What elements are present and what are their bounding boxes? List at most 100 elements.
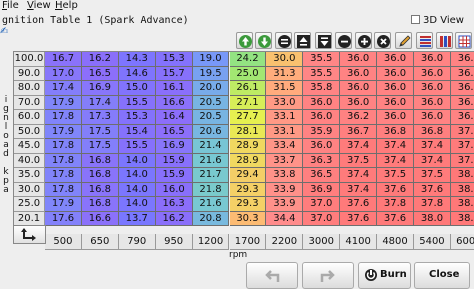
table-cell[interactable]: 37.8 (377, 197, 414, 212)
table-cell[interactable]: 38.0 (414, 211, 451, 226)
table-cell[interactable]: 20.8 (192, 211, 230, 226)
y-axis-label[interactable]: 40.0 (14, 153, 45, 168)
table-cell[interactable]: 16.2 (81, 52, 119, 67)
x-axis-label[interactable]: 1200 (192, 234, 230, 250)
x-axis-label[interactable]: 4100 (340, 234, 378, 250)
x-axis-label[interactable]: 5400 (414, 234, 451, 250)
y-axis-label[interactable]: 25.0 (14, 197, 45, 212)
table-cell[interactable]: 34.4 (266, 211, 304, 226)
table-cell[interactable]: 36.0 (377, 66, 414, 81)
x-axis-label[interactable]: 2200 (266, 234, 304, 250)
y-axis-label[interactable]: 45.0 (14, 139, 45, 154)
table-cell[interactable]: 36.5 (303, 168, 341, 183)
close-button[interactable]: Close (414, 262, 470, 289)
table-cell[interactable]: 15.4 (118, 124, 156, 139)
table-cell[interactable]: 16.8 (81, 197, 119, 212)
x-axis-label[interactable]: 650 (81, 234, 119, 250)
table-cell[interactable]: 16.4 (155, 110, 193, 125)
table-cell[interactable]: 36.2 (340, 110, 378, 125)
table-cell[interactable]: 16.5 (155, 124, 193, 139)
y-axis-label[interactable]: 30.0 (14, 182, 45, 197)
table-cell[interactable]: 14.6 (118, 66, 156, 81)
table-cell[interactable]: 29.4 (229, 168, 267, 183)
x-axis-label[interactable]: 3000 (303, 234, 341, 250)
table-cell[interactable]: 16.6 (81, 211, 119, 226)
table-cell[interactable]: 15.7 (155, 66, 193, 81)
table-cell[interactable]: 20.5 (192, 95, 230, 110)
table-cell[interactable]: 36.0 (450, 95, 474, 110)
table-cell[interactable]: 16.8 (81, 153, 119, 168)
toolbar-increment-button[interactable] (294, 32, 311, 49)
table-cell[interactable]: 38.0 (450, 211, 474, 226)
table-cell[interactable]: 16.2 (155, 211, 193, 226)
table-cell[interactable]: 16.9 (155, 139, 193, 154)
table-cell[interactable]: 28.1 (229, 124, 267, 139)
table-cell[interactable]: 37.0 (450, 124, 474, 139)
table-cell[interactable]: 16.3 (155, 197, 193, 212)
table-cell[interactable]: 36.0 (340, 81, 378, 96)
table-cell[interactable]: 36.9 (303, 182, 341, 197)
table-cell[interactable]: 37.6 (377, 211, 414, 226)
table-cell[interactable]: 16.9 (81, 81, 119, 96)
table-cell[interactable]: 16.5 (81, 66, 119, 81)
checkbox-box[interactable] (411, 15, 420, 24)
table-cell[interactable]: 27.7 (229, 110, 267, 125)
table-cell[interactable]: 28.9 (229, 139, 267, 154)
x-axis-label[interactable]: 950 (155, 234, 193, 250)
table-cell[interactable]: 37.4 (377, 153, 414, 168)
table-cell[interactable]: 37.6 (377, 182, 414, 197)
x-axis-label[interactable]: 1700 (229, 234, 267, 250)
table-cell[interactable]: 31.3 (266, 66, 304, 81)
table-cell[interactable]: 38.0 (450, 197, 474, 212)
table-cell[interactable]: 14.0 (118, 197, 156, 212)
table-cell[interactable]: 37.5 (340, 153, 378, 168)
burn-button[interactable]: Burn (358, 262, 411, 289)
table-cell[interactable]: 19.0 (192, 52, 230, 67)
table-cell[interactable]: 37.0 (303, 211, 341, 226)
table-cell[interactable]: 21.8 (192, 182, 230, 197)
toolbar-plus-button[interactable] (355, 32, 372, 49)
table-cell[interactable]: 36.0 (340, 52, 378, 67)
table-cell[interactable]: 16.8 (81, 168, 119, 183)
table-cell[interactable]: 30.3 (229, 211, 267, 226)
toolbar-equals-button[interactable] (275, 32, 292, 49)
table-cell[interactable]: 37.4 (414, 153, 451, 168)
table-cell[interactable]: 36.8 (414, 124, 451, 139)
table-cell[interactable]: 33.9 (266, 197, 304, 212)
table-cell[interactable]: 28.9 (229, 153, 267, 168)
table-cell[interactable]: 31.5 (266, 81, 304, 96)
table-cell[interactable]: 37.0 (303, 197, 341, 212)
table-cell[interactable]: 20.5 (192, 110, 230, 125)
view-3d-checkbox[interactable]: 3D View (411, 12, 464, 29)
table-cell[interactable]: 17.8 (45, 139, 82, 154)
table-cell[interactable]: 37.4 (340, 139, 378, 154)
table-cell[interactable]: 36.0 (377, 52, 414, 67)
table-cell[interactable]: 33.7 (266, 153, 304, 168)
menu-help[interactable]: Help (55, 0, 78, 12)
menu-view[interactable]: View (27, 0, 51, 12)
table-cell[interactable]: 14.0 (118, 168, 156, 183)
x-axis-label[interactable]: 500 (45, 234, 82, 250)
menu-file[interactable]: File (2, 0, 19, 12)
table-cell[interactable]: 33.8 (266, 168, 304, 183)
table-cell[interactable]: 17.4 (81, 95, 119, 110)
table-cell[interactable]: 36.0 (414, 95, 451, 110)
x-axis-label[interactable]: 4800 (377, 234, 414, 250)
table-cell[interactable]: 36.0 (450, 81, 474, 96)
table-cell[interactable]: 37.6 (340, 211, 378, 226)
table-cell[interactable]: 35.5 (303, 66, 341, 81)
table-cell[interactable]: 36.0 (414, 110, 451, 125)
table-cell[interactable]: 17.9 (45, 124, 82, 139)
table-cell[interactable]: 38.0 (450, 182, 474, 197)
table-cell[interactable]: 36.0 (450, 52, 474, 67)
y-axis-label[interactable]: 100.0 (14, 52, 45, 67)
table-cell[interactable]: 16.8 (81, 182, 119, 197)
table-cell[interactable]: 17.8 (45, 110, 82, 125)
table-cell[interactable]: 17.6 (45, 211, 82, 226)
table-cell[interactable]: 38.0 (450, 168, 474, 183)
table-cell[interactable]: 25.0 (229, 66, 267, 81)
table-cell[interactable]: 37.4 (340, 168, 378, 183)
table-cell[interactable]: 36.0 (340, 95, 378, 110)
table-cell[interactable]: 21.4 (192, 139, 230, 154)
toolbar-decrement-button[interactable] (315, 32, 332, 49)
